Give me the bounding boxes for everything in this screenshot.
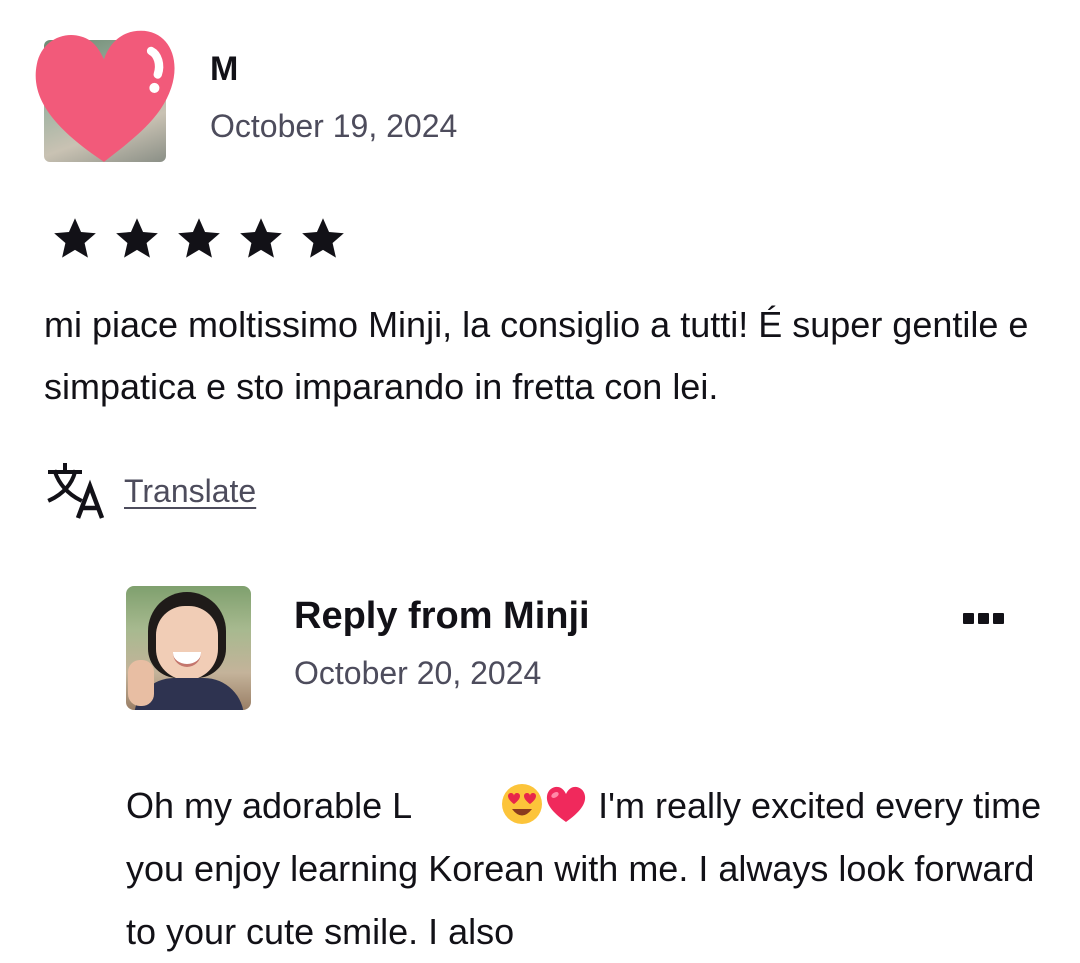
star-icon [240, 218, 282, 258]
reviewer-avatar[interactable] [35, 30, 175, 162]
review-text: mi piace moltissimo Minji, la consiglio … [44, 304, 1029, 407]
translate-button[interactable]: Translate [46, 462, 256, 520]
reply-text: Oh my adorable L I'm really excited ever… [126, 774, 1046, 963]
reply-title: Reply from Minji [294, 595, 590, 637]
translate-label[interactable]: Translate [124, 473, 256, 510]
star-icon [54, 218, 96, 258]
tutor-avatar[interactable] [126, 586, 251, 710]
reply-date: October 20, 2024 [294, 655, 542, 691]
star-rating [50, 213, 348, 263]
star-icon [302, 218, 344, 258]
reviewer-name: M [210, 50, 239, 88]
more-options-icon[interactable] [955, 600, 1011, 636]
heart-icon [35, 30, 175, 162]
translate-icon [47, 463, 105, 519]
reply-text-start: Oh my adorable L [126, 785, 413, 826]
review-date: October 19, 2024 [210, 108, 458, 144]
star-icon [116, 218, 158, 258]
red-heart-emoji [547, 786, 586, 822]
star-icon [178, 218, 220, 258]
heart-eyes-emoji [502, 784, 543, 824]
